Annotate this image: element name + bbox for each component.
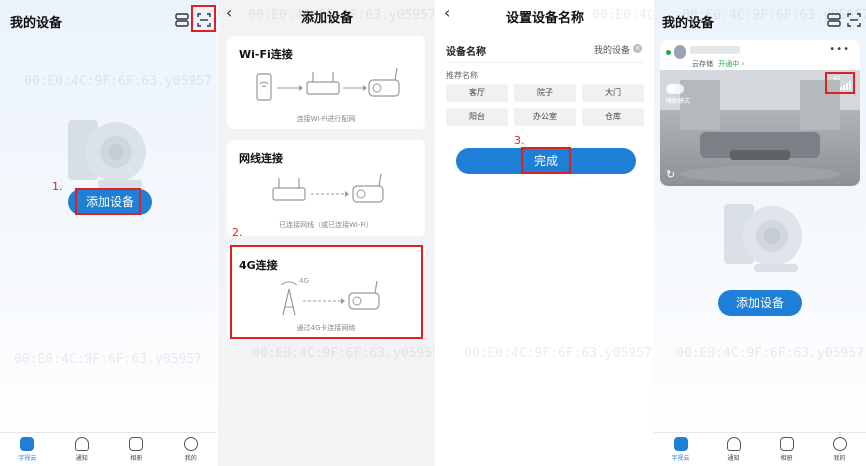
- panel-my-devices-added: 00:E0:4C:9F:6F:63.y05957 00:E0:4C:9F:6F:…: [654, 0, 866, 466]
- home-icon: [673, 437, 688, 451]
- page-title: 我的设备: [662, 16, 715, 31]
- watermark: 00:E0:4C:9F:6F:63.y05957: [252, 346, 436, 361]
- tab-notifications[interactable]: 通知: [55, 433, 110, 466]
- page-title: 设置设备名称: [505, 11, 584, 26]
- step-1-label: 1.: [52, 180, 63, 193]
- step-3-label: 3.: [514, 134, 525, 147]
- device-name-input[interactable]: [540, 40, 630, 58]
- divider: [446, 62, 644, 63]
- wifi-connect-option[interactable]: Wi-Fi连接 连接Wi-Fi进行配网: [227, 36, 425, 129]
- wired-option-title: 网线连接: [239, 152, 283, 165]
- tab-album[interactable]: 相册: [760, 433, 813, 466]
- user-icon: [183, 437, 198, 451]
- tab-home[interactable]: 字视云: [0, 433, 55, 466]
- watermark: 00:E0:4C:9F:6F:63.y05957: [24, 74, 212, 89]
- wifi-option-caption: 连接Wi-Fi进行配网: [296, 115, 356, 123]
- panel-add-device: 00:E0:4C:9F:6F:63.y05957 00:E0:4C:9F:6F:…: [218, 0, 436, 466]
- camera-illustration-icon: [60, 112, 156, 192]
- add-device-highlight-box: [75, 188, 141, 215]
- bottom-tab-bar: 字视云 通知 相册 我的: [654, 432, 866, 466]
- name-chip[interactable]: 大门: [582, 84, 644, 102]
- clear-icon[interactable]: ×: [633, 44, 642, 53]
- page-title: 我的设备: [10, 16, 63, 31]
- cloud-label: 云存储: [692, 60, 713, 68]
- tab-me[interactable]: 我的: [164, 433, 219, 466]
- device-name-label: 设备名称: [446, 47, 486, 58]
- device-name-blurred: [690, 46, 740, 54]
- name-chip[interactable]: 仓库: [582, 108, 644, 126]
- wired-option-caption: 已连接网线（或已连接Wi-Fi）: [279, 221, 373, 229]
- page-title: 添加设备: [300, 11, 353, 26]
- tab-me[interactable]: 我的: [813, 433, 866, 466]
- name-chip[interactable]: 办公室: [514, 108, 576, 126]
- bottom-spacer: [218, 432, 436, 466]
- user-icon: [832, 437, 847, 451]
- tab-home[interactable]: 字视云: [654, 433, 707, 466]
- cloud-status: 开通中: [718, 60, 740, 68]
- album-icon: [129, 437, 144, 451]
- wired-connect-option[interactable]: 网线连接 已连接网线（或已连接Wi-Fi）: [227, 140, 425, 236]
- name-chip[interactable]: 客厅: [446, 84, 508, 102]
- watermark: 00:E0:4C:9F:6F:63.y05957: [464, 346, 652, 361]
- watermark: 00:E0:4C:9F:6F:63.y05957: [676, 346, 864, 361]
- wired-diagram-icon: [272, 173, 384, 203]
- scan-icon[interactable]: [846, 12, 862, 28]
- list-view-icon[interactable]: [174, 12, 190, 28]
- recommend-chips: 客厅 院子 大门 阳台 办公室 仓库: [446, 84, 644, 126]
- device-name-row[interactable]: 设备名称 ×: [436, 36, 654, 62]
- scan-highlight-box: [191, 5, 216, 32]
- chevron-right-icon: ›: [741, 60, 745, 68]
- cloud-storage-row[interactable]: 云存储 开通中 ›: [692, 59, 744, 69]
- sleep-toggle[interactable]: [666, 84, 684, 94]
- add-device-button[interactable]: 添加设备: [718, 290, 802, 316]
- bottom-tab-bar: 字视云 通知 相册 我的: [0, 432, 218, 466]
- step-2-label: 2.: [232, 226, 243, 239]
- recommend-label: 推荐名称: [446, 71, 478, 80]
- camera-thumb-icon: [674, 45, 686, 59]
- name-chip[interactable]: 院子: [514, 84, 576, 102]
- name-chip[interactable]: 阳台: [446, 108, 508, 126]
- watermark: 00:E0:4C:9F:6F:63.y05957: [14, 352, 202, 367]
- refresh-icon[interactable]: ↻: [666, 168, 675, 181]
- panel-set-device-name: 00:E0:4C:9F:6F:63.y05957 00:E0:4C:9F:6F:…: [436, 0, 654, 466]
- panel-my-devices-empty: 00:E0:4C:9F:6F:63.y05957 00:E0:4C:9F:6F:…: [0, 0, 218, 466]
- online-dot: [666, 50, 671, 55]
- bell-icon: [726, 437, 741, 451]
- album-icon: [779, 437, 794, 451]
- device-card[interactable]: ••• 云存储 开通中 › 睡眠模式 4G ↻: [660, 40, 860, 186]
- more-icon[interactable]: •••: [829, 44, 850, 55]
- tab-notifications[interactable]: 通知: [707, 433, 760, 466]
- home-icon: [20, 437, 35, 451]
- bell-icon: [74, 437, 89, 451]
- sleep-mode-label: 睡眠模式: [666, 98, 691, 105]
- wifi-diagram-icon: [256, 67, 400, 101]
- camera-illustration-icon: [716, 196, 812, 276]
- tab-album[interactable]: 相册: [109, 433, 164, 466]
- list-view-icon[interactable]: [826, 12, 842, 28]
- done-highlight-box: [521, 147, 571, 174]
- signal-highlight-box: [825, 72, 855, 94]
- wifi-option-title: Wi-Fi连接: [239, 48, 293, 61]
- 4g-highlight-box: [230, 245, 423, 339]
